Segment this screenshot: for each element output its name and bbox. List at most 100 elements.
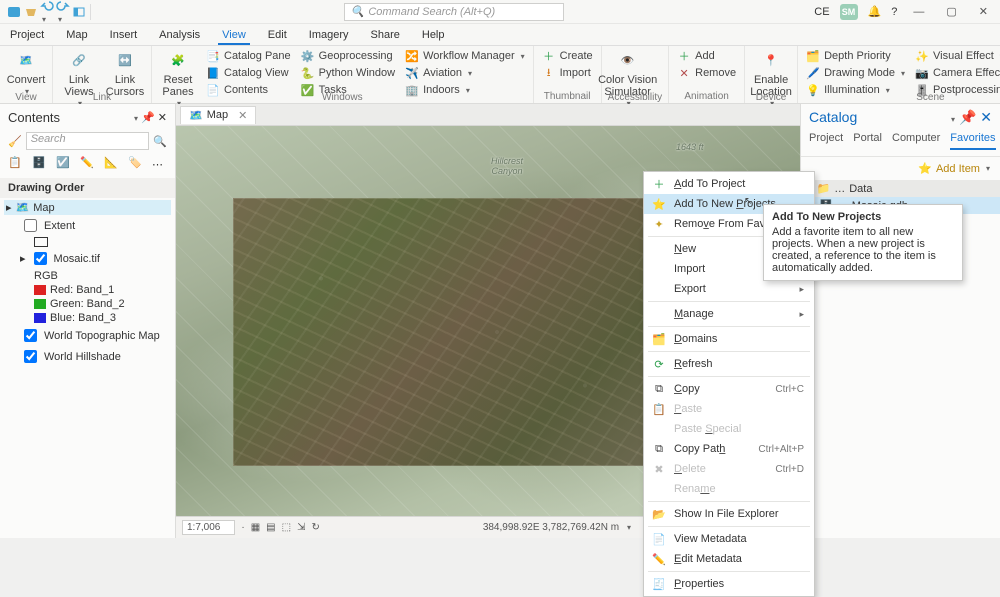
qat-open-icon[interactable] [24, 5, 38, 19]
tab-view[interactable]: View [218, 26, 250, 45]
animation-add-button[interactable]: ＋Add [675, 48, 738, 64]
plus-icon: ＋ [542, 49, 556, 63]
contents-search[interactable]: Search [26, 132, 150, 150]
list-by-source-icon[interactable]: 🗄️ [32, 156, 48, 172]
world-topo-checkbox[interactable] [24, 329, 37, 342]
filter-icon[interactable]: 🧹 [8, 135, 22, 148]
tab-project[interactable]: Project [6, 26, 48, 45]
close-button[interactable]: ✕ [973, 3, 994, 20]
workflow-manager-button[interactable]: 🔀Workflow Manager [403, 48, 527, 64]
status-tool-1[interactable]: ▦ [251, 522, 260, 533]
qat-undo-icon[interactable] [40, 0, 54, 25]
contents-options-button[interactable] [132, 112, 138, 124]
geoprocessing-icon: ⚙️ [301, 49, 315, 63]
mosaic-checkbox[interactable] [34, 252, 47, 265]
tab-analysis[interactable]: Analysis [155, 26, 204, 45]
drawing-order-header: Drawing Order [0, 178, 175, 198]
user-badge[interactable]: SM [840, 4, 858, 20]
tab-share[interactable]: Share [367, 26, 404, 45]
scale-dropdown[interactable]: 1:7,006 [182, 520, 235, 535]
tab-map[interactable]: Map [62, 26, 91, 45]
list-by-selection-icon[interactable]: ☑️ [56, 156, 72, 172]
layer-map[interactable]: ▸ 🗺️ Map [4, 200, 171, 215]
ctx-domains[interactable]: 🗂️Domains [644, 329, 814, 349]
ctx-refresh[interactable]: ⟳Refresh [644, 354, 814, 374]
ctx-add-to-project[interactable]: ＋Add To Project [644, 174, 814, 194]
catalog-panel: Catalog 📌 ✕ Project Portal Computer Favo… [800, 104, 1000, 538]
tab-insert[interactable]: Insert [106, 26, 142, 45]
drawing-mode-button[interactable]: 🖊️Drawing Mode [804, 65, 907, 81]
group-link-label: Link [59, 92, 145, 103]
help-icon[interactable]: ? [891, 6, 897, 18]
qat-redo-icon[interactable] [56, 0, 70, 25]
tab-help[interactable]: Help [418, 26, 449, 45]
catalog-tab-project[interactable]: Project [809, 130, 843, 150]
ctx-edit-metadata[interactable]: ✏️Edit Metadata [644, 549, 814, 569]
catalog-tab-favorites[interactable]: Favorites [950, 130, 995, 150]
catalog-options-button[interactable] [949, 109, 955, 125]
user-ce[interactable]: CE [814, 6, 829, 18]
tab-edit[interactable]: Edit [264, 26, 291, 45]
notifications-icon[interactable]: 🔔 [868, 5, 882, 18]
ctx-paste-special: Paste Special [644, 419, 814, 439]
thumbnail-create-button[interactable]: ＋Create [540, 48, 595, 64]
ctx-copy[interactable]: ⧉CopyCtrl+C [644, 379, 814, 399]
depth-priority-button[interactable]: 🗂️Depth Priority [804, 48, 907, 64]
qat-panes-icon[interactable] [72, 5, 86, 19]
catalog-tab-computer[interactable]: Computer [892, 130, 940, 150]
catalog-pane-button[interactable]: 📑Catalog Pane [204, 48, 293, 64]
convert-button[interactable]: 🗺️ Convert [6, 48, 46, 98]
contents-more-button[interactable]: ⋯ [152, 158, 163, 171]
catalog-view-button[interactable]: 📘Catalog View [204, 65, 293, 81]
ctx-view-metadata[interactable]: 📄View Metadata [644, 529, 814, 549]
world-hillshade-checkbox[interactable] [24, 350, 37, 363]
band-blue: Blue: Band_3 [32, 311, 171, 325]
catalog-folder[interactable]: ▸ 📁 …Data [801, 180, 1000, 197]
coord-units-dropdown[interactable] [625, 522, 631, 533]
ctx-manage[interactable]: Manage [644, 304, 814, 324]
ctx-sep-6 [648, 501, 810, 502]
ctx-export[interactable]: Export [644, 279, 814, 299]
contents-view-buttons: 📋 🗄️ ☑️ ✏️ 📐 🏷️ ⋯ [0, 152, 175, 178]
status-tool-5[interactable]: ↻ [311, 522, 319, 533]
maximize-button[interactable]: ▢ [940, 3, 962, 20]
thumbnail-import-button[interactable]: ⭳Import [540, 65, 595, 81]
command-search[interactable]: 🔍 Command Search (Alt+Q) [344, 3, 564, 21]
catalog-close-icon[interactable]: ✕ [980, 109, 992, 125]
catalog-tab-portal[interactable]: Portal [853, 130, 882, 150]
animation-remove-button[interactable]: ✕Remove [675, 65, 738, 81]
visual-effect-button[interactable]: ✨Visual Effect [913, 48, 1000, 64]
layer-world-topo[interactable]: World Topographic Map [18, 325, 171, 346]
layer-mosaic[interactable]: ▸ Mosaic.tif [18, 248, 171, 269]
layer-extent[interactable]: Extent [18, 215, 171, 236]
geoprocessing-button[interactable]: ⚙️Geoprocessing [299, 48, 397, 64]
map-tab[interactable]: 🗺️Map✕ [180, 106, 256, 124]
list-by-editing-icon[interactable]: ✏️ [80, 156, 96, 172]
list-by-drawing-order-icon[interactable]: 📋 [8, 156, 24, 172]
camera-effect-button[interactable]: 📷Camera Effect [913, 65, 1000, 81]
contents-pin-icon[interactable]: 📌 [141, 112, 155, 124]
extent-checkbox[interactable] [24, 219, 37, 232]
ctx-sep-2 [648, 301, 810, 302]
ctx-copy-path[interactable]: ⧉Copy PathCtrl+Alt+P [644, 439, 814, 459]
group-accessibility: 👁️ Color Vision Simulator Accessibility [602, 46, 669, 103]
group-view-label: View [6, 92, 46, 103]
list-by-labeling-icon[interactable]: 🏷️ [128, 156, 144, 172]
tooltip: Add To New Projects Add a favorite item … [763, 204, 963, 281]
status-tool-3[interactable]: ⬚ [282, 522, 291, 533]
ctx-show-in-explorer[interactable]: 📂Show In File Explorer [644, 504, 814, 524]
contents-close-icon[interactable]: ✕ [158, 112, 167, 124]
status-tool-2[interactable]: ▤ [266, 522, 275, 533]
layer-world-hillshade[interactable]: World Hillshade [18, 346, 171, 367]
catalog-pin-icon[interactable]: 📌 [959, 109, 976, 125]
python-window-button[interactable]: 🐍Python Window [299, 65, 397, 81]
minimize-button[interactable]: — [907, 4, 930, 20]
ctx-properties[interactable]: 🧾Properties [644, 574, 814, 594]
search-go-icon[interactable]: 🔍 [153, 135, 167, 148]
map-tab-close-icon[interactable]: ✕ [238, 109, 247, 122]
tab-imagery[interactable]: Imagery [305, 26, 353, 45]
status-tool-4[interactable]: ⇲ [297, 522, 305, 533]
list-by-snapping-icon[interactable]: 📐 [104, 156, 120, 172]
aviation-button[interactable]: ✈️Aviation [403, 65, 527, 81]
add-item-button[interactable]: ⭐ Add Item [916, 161, 992, 176]
